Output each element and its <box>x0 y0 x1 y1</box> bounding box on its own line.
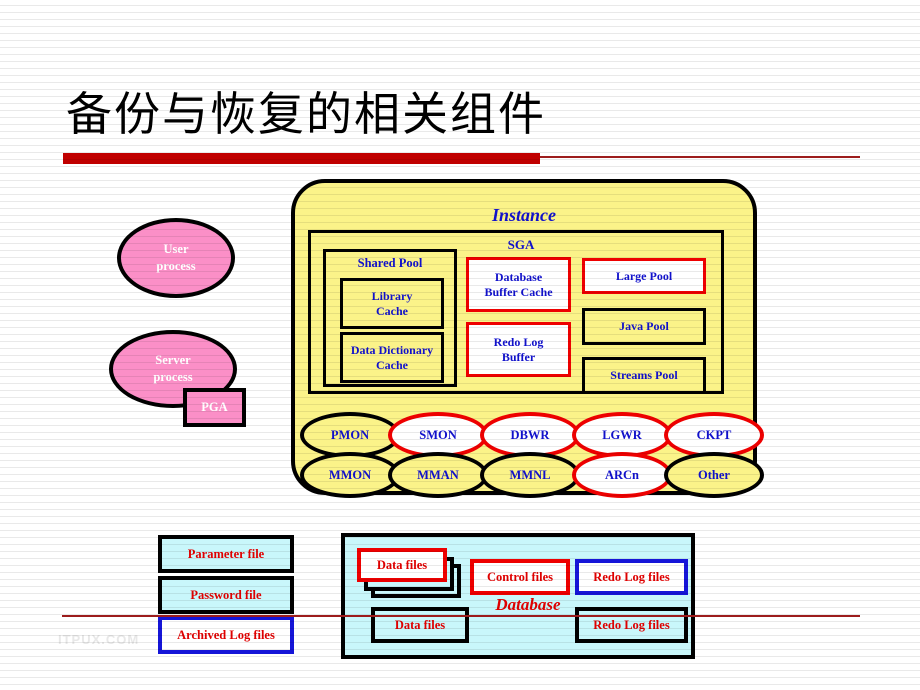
database-label: Database <box>495 595 561 614</box>
redo-log-buffer-label-line2: Buffer <box>501 349 536 364</box>
control-files-box: Control files <box>470 559 570 595</box>
java-pool-box: Java Pool <box>582 308 706 345</box>
redo-log-buffer-box: Redo Log Buffer <box>466 322 571 377</box>
sga-label: SGA <box>507 237 535 252</box>
large-pool-box: Large Pool <box>582 258 706 294</box>
bottom-rule <box>62 615 860 617</box>
server-process-label-line2: process <box>153 370 193 384</box>
pga-box: PGA <box>183 388 246 427</box>
library-cache-label-line2: Cache <box>376 303 408 318</box>
parameter-file-box: Parameter file <box>158 535 294 573</box>
shared-pool-label: Shared Pool <box>357 256 423 270</box>
page-title: 备份与恢复的相关组件 <box>66 87 546 141</box>
sga-container: SGA Shared Pool Library Cache Data Dicti… <box>308 230 724 394</box>
title-underline-thick <box>63 153 540 164</box>
database-buffer-cache-label-line1: Database <box>494 269 543 284</box>
data-dictionary-cache-label-line1: Data Dictionary <box>350 342 434 357</box>
password-file-box: Password file <box>158 576 294 614</box>
library-cache-box: Library Cache <box>340 278 444 329</box>
process-oval-mman: MMAN <box>388 452 488 498</box>
database-buffer-cache-box: Database Buffer Cache <box>466 257 571 312</box>
archived-log-files-box: Archived Log files <box>158 616 294 654</box>
streams-pool-box: Streams Pool <box>582 357 706 394</box>
process-oval-mmon: MMON <box>300 452 400 498</box>
process-oval-mmnl: MMNL <box>480 452 580 498</box>
process-oval-arcn: ARCn <box>572 452 672 498</box>
data-dictionary-cache-label-line2: Cache <box>376 357 408 372</box>
instance-label: Instance <box>491 205 556 225</box>
redo-log-files-box-bottom: Redo Log files <box>575 607 688 643</box>
title-underline-thin <box>540 156 860 158</box>
database-container: Data files Control files Redo Log files … <box>341 533 695 659</box>
slide-canvas: 备份与恢复的相关组件 User process Server process P… <box>0 0 920 690</box>
server-process-label-line1: Server <box>155 353 191 367</box>
library-cache-label-line1: Library <box>371 288 413 303</box>
instance-container: Instance SGA Shared Pool Library Cache D… <box>291 179 764 498</box>
redo-log-buffer-label-line1: Redo Log <box>493 334 544 349</box>
user-process-label-line1: User <box>163 242 189 256</box>
data-files-box-bottom: Data files <box>371 607 469 643</box>
redo-log-files-box-top: Redo Log files <box>575 559 688 595</box>
data-files-box-front: Data files <box>357 548 447 582</box>
shared-pool-container: Shared Pool Library Cache Data Dictionar… <box>323 249 457 387</box>
process-oval-other: Other <box>664 452 764 498</box>
user-process-label-line2: process <box>156 259 196 273</box>
watermark: ITPUX.COM <box>58 632 140 647</box>
data-dictionary-cache-box: Data Dictionary Cache <box>340 332 444 383</box>
database-buffer-cache-label-line2: Buffer Cache <box>484 284 553 299</box>
user-process-oval: User process <box>117 218 235 298</box>
